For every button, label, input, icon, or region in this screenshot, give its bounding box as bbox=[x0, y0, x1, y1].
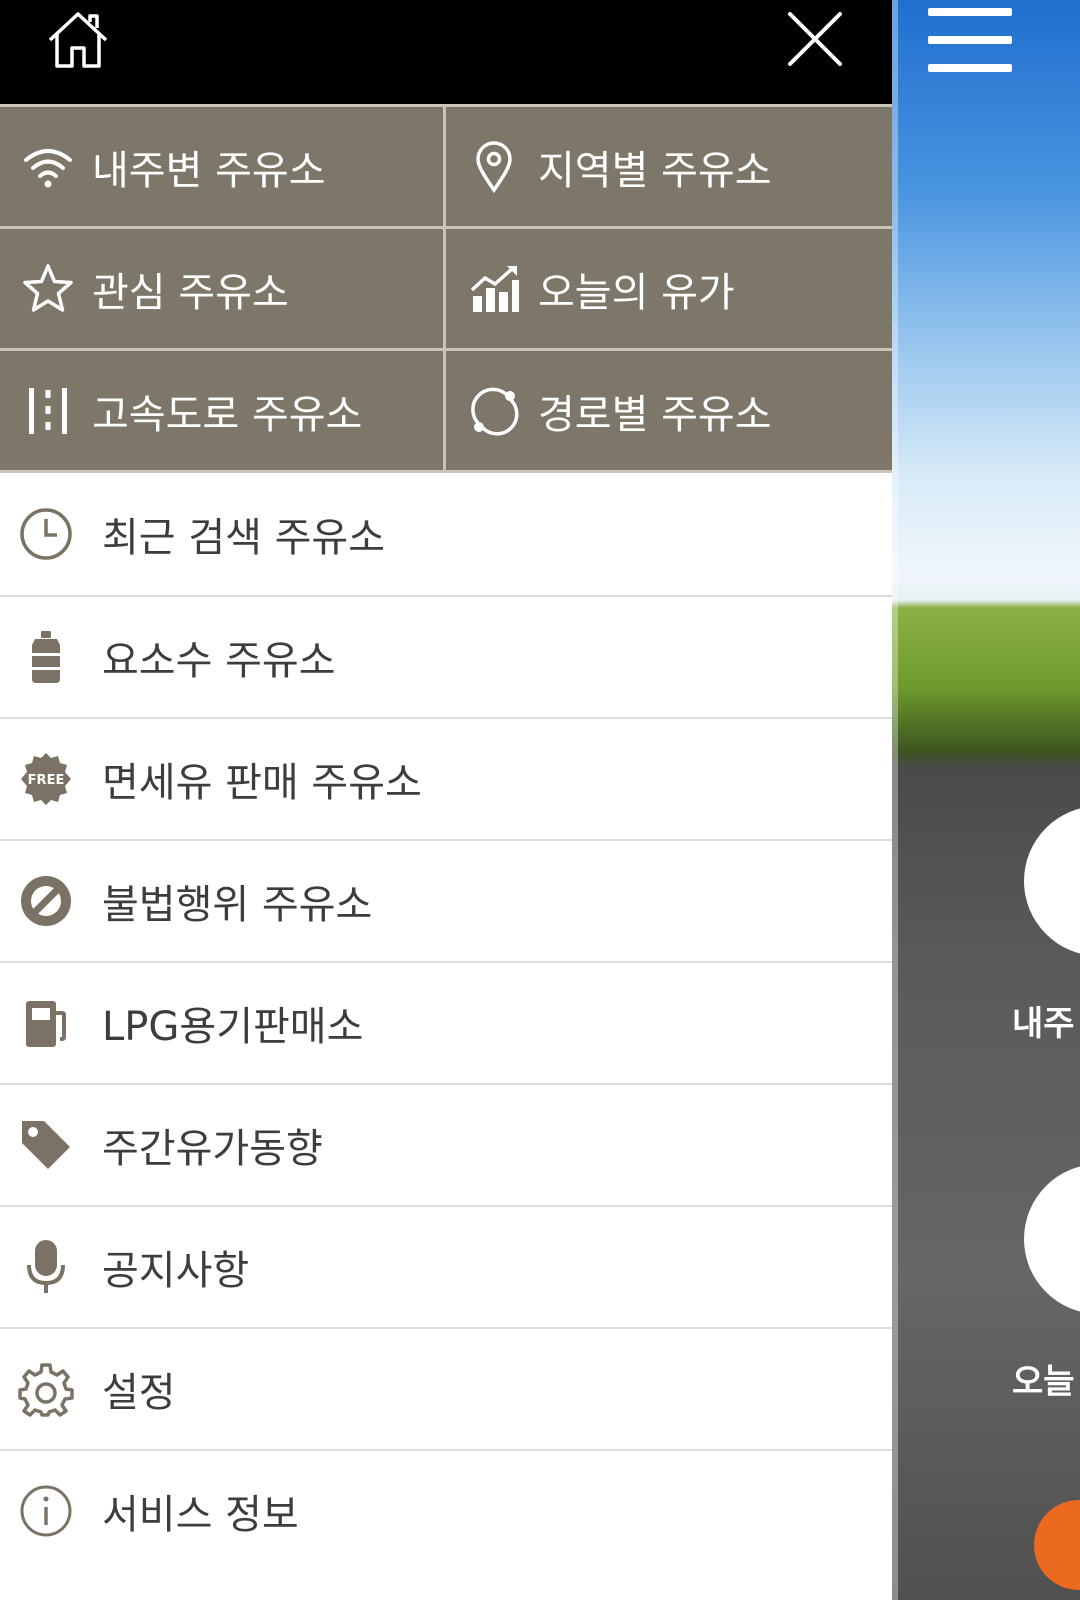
menu-illegal-stations[interactable]: 불법행위 주유소 bbox=[0, 839, 892, 961]
menu-label: 설정 bbox=[102, 1370, 176, 1416]
prohibited-icon bbox=[16, 871, 76, 931]
menu-route-stations[interactable]: 경로별 주유소 bbox=[446, 348, 892, 470]
fuel-pump-icon bbox=[16, 993, 76, 1053]
gear-icon bbox=[16, 1359, 76, 1419]
menu-label: 최근 검색 주유소 bbox=[102, 515, 386, 561]
home-icon[interactable] bbox=[44, 8, 112, 72]
menu-today-price[interactable]: 오늘의 유가 bbox=[446, 226, 892, 348]
menu-label: 요소수 주유소 bbox=[102, 638, 336, 684]
highway-icon bbox=[18, 381, 78, 441]
menu-icon[interactable] bbox=[928, 8, 1012, 72]
menu-urea-stations[interactable]: 요소수 주유소 bbox=[0, 595, 892, 717]
close-icon[interactable] bbox=[784, 8, 846, 70]
menu-label: 불법행위 주유소 bbox=[102, 882, 373, 928]
menu-taxfree-stations[interactable]: FREE 면세유 판매 주유소 bbox=[0, 717, 892, 839]
free-badge-icon: FREE bbox=[16, 749, 76, 809]
background-circle-button[interactable] bbox=[1024, 1164, 1080, 1314]
free-badge-text: FREE bbox=[28, 773, 65, 788]
menu-highway-stations[interactable]: 고속도로 주유소 bbox=[0, 348, 446, 470]
menu-label: 관심 주유소 bbox=[92, 269, 289, 316]
background-label-2: 오늘 bbox=[1012, 1362, 1075, 1402]
menu-label: 면세유 판매 주유소 bbox=[102, 760, 422, 806]
map-pin-icon bbox=[464, 137, 524, 197]
menu-notices[interactable]: 공지사항 bbox=[0, 1205, 892, 1327]
background-circle-button[interactable] bbox=[1024, 806, 1080, 956]
quick-menu-grid: 내주변 주유소 지역별 주유소 관심 주유소 오늘의 유가 고속도로 주유소 경… bbox=[0, 104, 892, 470]
menu-settings[interactable]: 설정 bbox=[0, 1327, 892, 1449]
info-icon bbox=[16, 1481, 76, 1541]
menu-label: 내주변 주유소 bbox=[92, 147, 326, 194]
wifi-icon bbox=[18, 137, 78, 197]
menu-label: 오늘의 유가 bbox=[538, 269, 735, 316]
menu-service-info[interactable]: 서비스 정보 bbox=[0, 1449, 892, 1571]
menu-nearby-stations[interactable]: 내주변 주유소 bbox=[0, 104, 446, 226]
menu-list: 최근 검색 주유소 요소수 주유소 FREE 면세유 판매 주유소 불법행위 주… bbox=[0, 470, 892, 1571]
background-fab[interactable] bbox=[1034, 1500, 1080, 1590]
menu-recent-search[interactable]: 최근 검색 주유소 bbox=[0, 473, 892, 595]
menu-weekly-trend[interactable]: 주간유가동향 bbox=[0, 1083, 892, 1205]
menu-label: 서비스 정보 bbox=[102, 1492, 299, 1538]
menu-favorite-stations[interactable]: 관심 주유소 bbox=[0, 226, 446, 348]
drawer-header bbox=[0, 0, 892, 104]
background-screen: 내주 오늘 bbox=[892, 0, 1080, 1600]
background-label-1: 내주 bbox=[1012, 1004, 1075, 1044]
urea-tank-icon bbox=[16, 627, 76, 687]
clock-icon bbox=[16, 504, 76, 564]
menu-label: 공지사항 bbox=[102, 1248, 250, 1294]
menu-regional-stations[interactable]: 지역별 주유소 bbox=[446, 104, 892, 226]
menu-label: 고속도로 주유소 bbox=[92, 391, 363, 438]
menu-label: 지역별 주유소 bbox=[538, 147, 772, 194]
menu-label: 경로별 주유소 bbox=[538, 391, 772, 438]
route-icon bbox=[464, 381, 524, 441]
microphone-icon bbox=[16, 1237, 76, 1297]
star-icon bbox=[18, 259, 78, 319]
price-tag-icon bbox=[16, 1115, 76, 1175]
menu-label: 주간유가동향 bbox=[102, 1126, 323, 1172]
menu-label: LPG용기판매소 bbox=[102, 1004, 364, 1050]
chart-icon bbox=[464, 259, 524, 319]
navigation-drawer: 내주변 주유소 지역별 주유소 관심 주유소 오늘의 유가 고속도로 주유소 경… bbox=[0, 0, 892, 1600]
menu-lpg-shops[interactable]: LPG용기판매소 bbox=[0, 961, 892, 1083]
drawer-shadow bbox=[892, 0, 898, 1600]
